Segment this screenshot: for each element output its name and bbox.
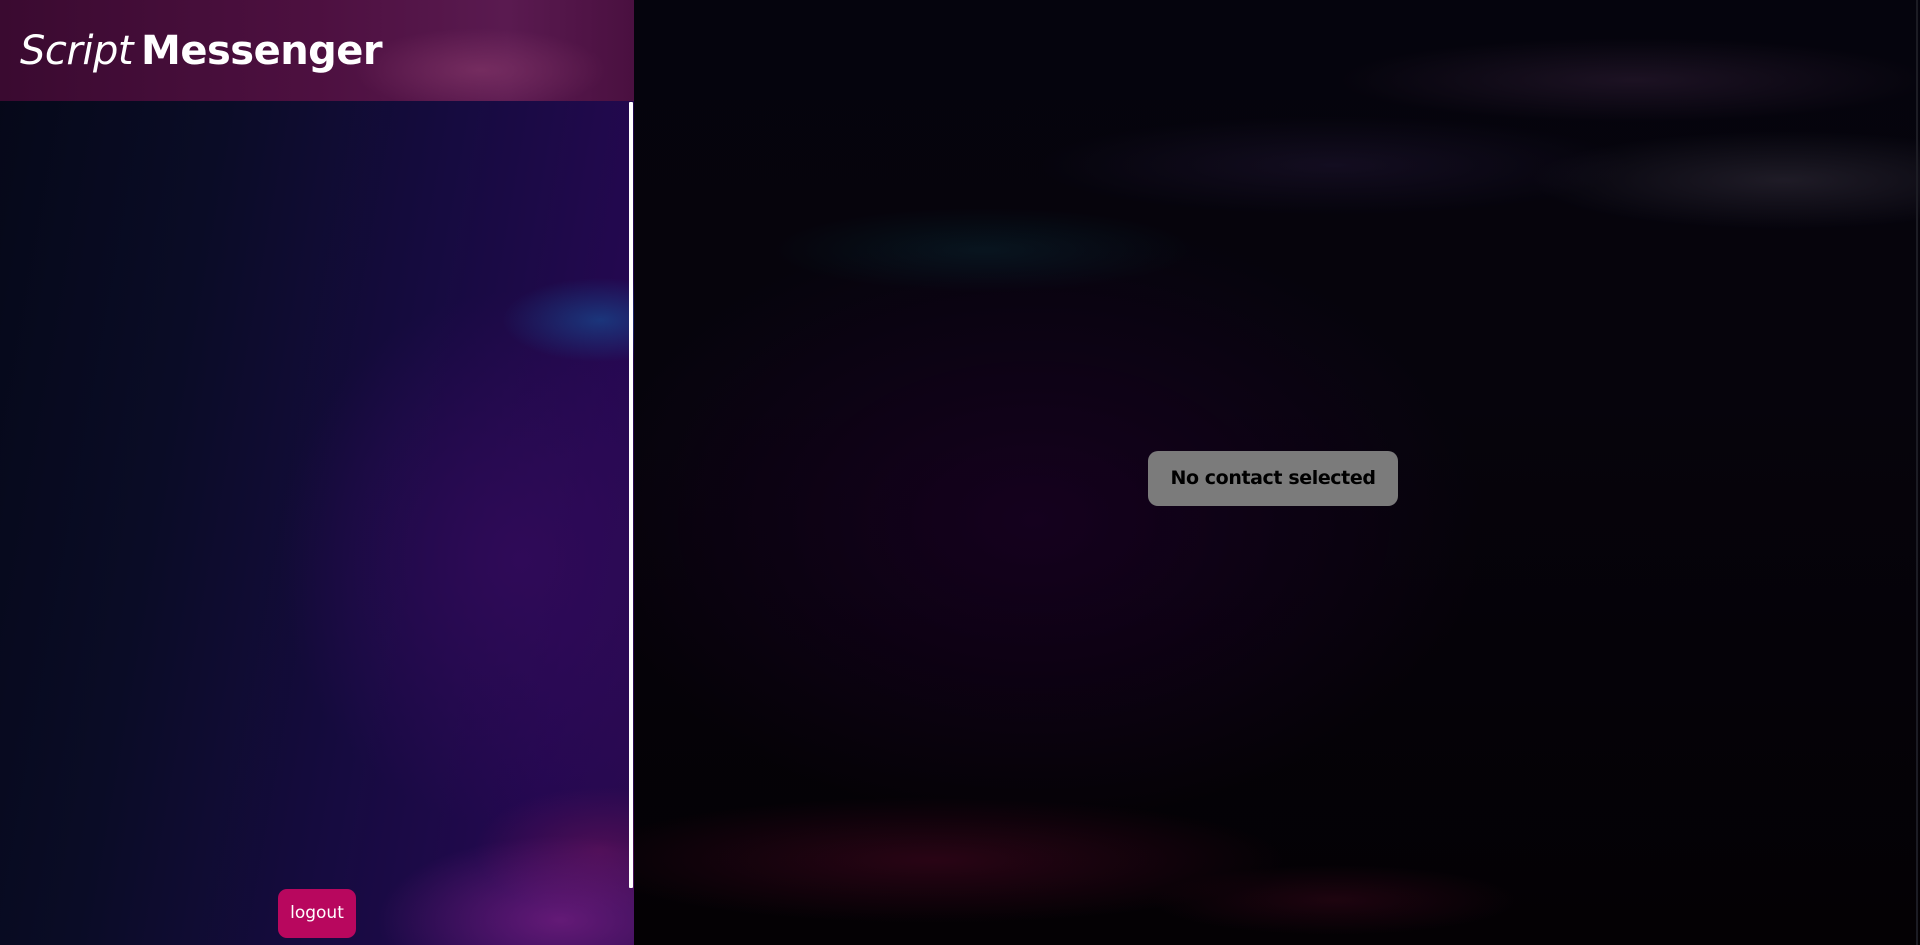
contact-list-scrollbar[interactable] [629,102,633,888]
brand-messenger-text: Messenger [141,28,383,74]
app-logo: Script Messenger [20,24,383,78]
contact-list[interactable] [0,101,628,886]
sidebar: Script Messenger logout [0,0,634,945]
chat-area-border [1916,0,1918,945]
logout-button[interactable]: logout [278,889,356,938]
sidebar-header: Script Messenger [0,0,634,101]
no-contact-selected-message: No contact selected [1148,451,1398,506]
chat-area: No contact selected [634,0,1920,945]
messenger-app: Script Messenger logout No contact select… [0,0,1920,945]
brand-script-text: Script [20,28,134,74]
